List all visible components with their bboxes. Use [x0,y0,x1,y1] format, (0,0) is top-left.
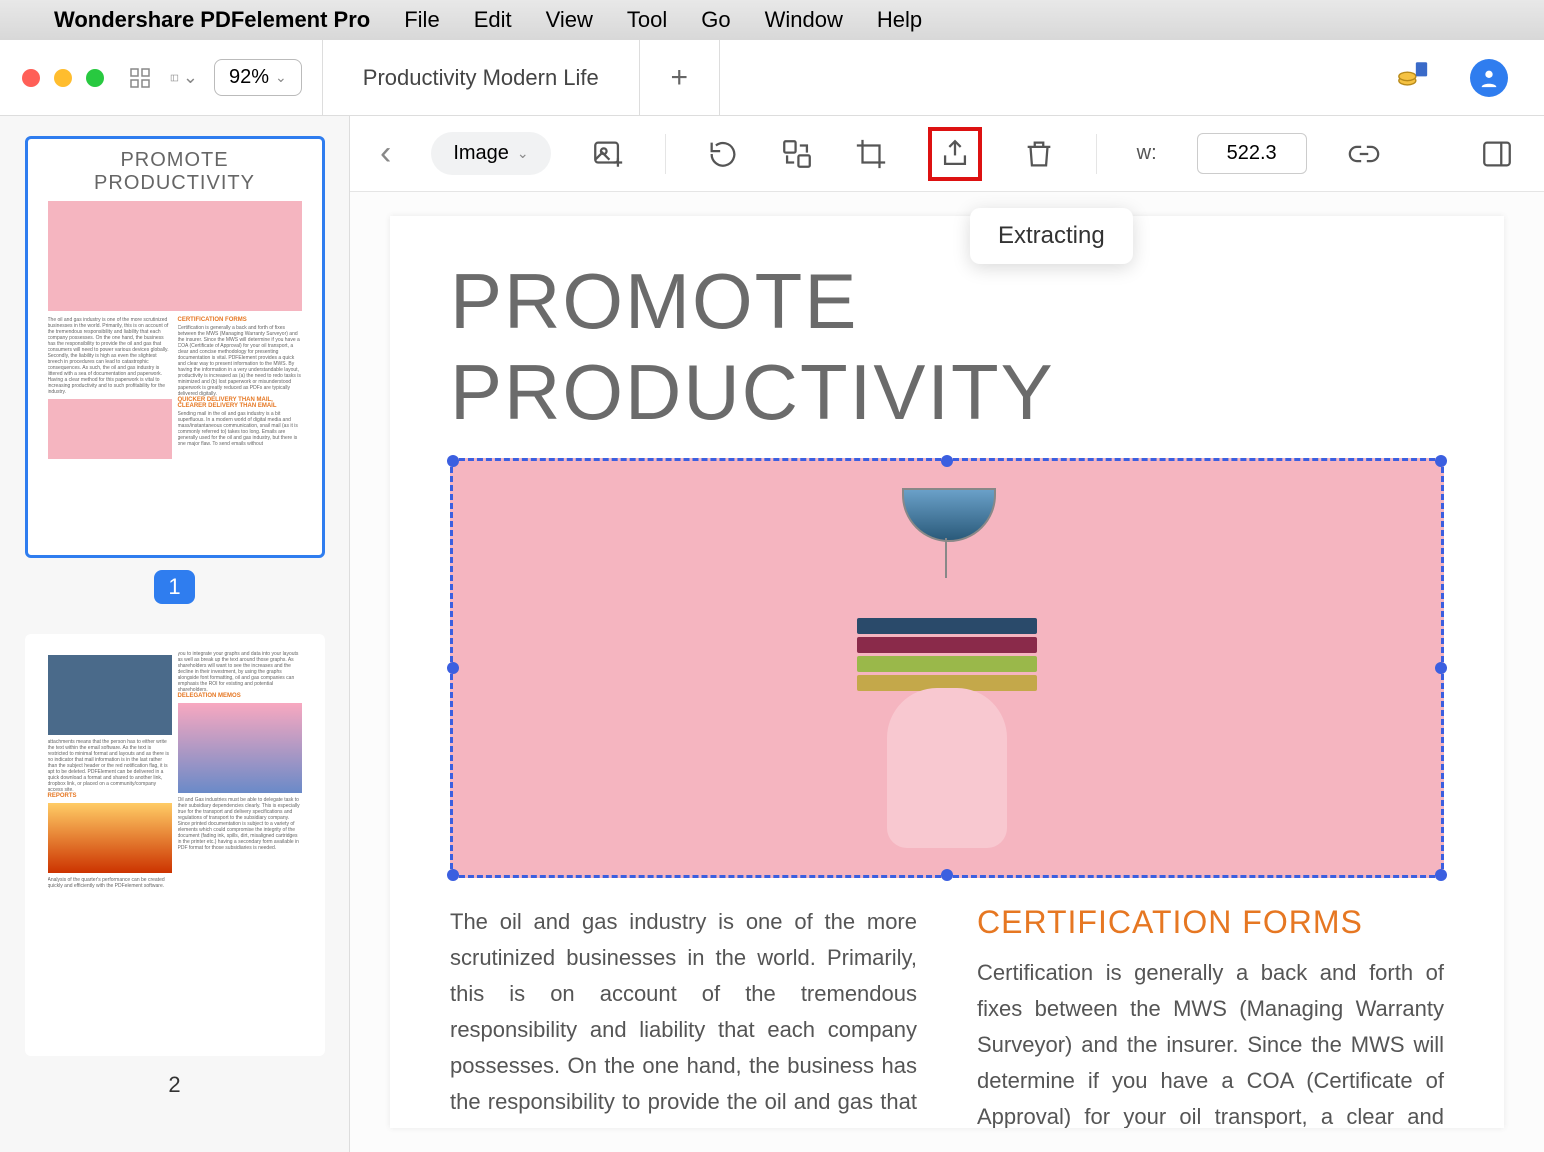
macos-menubar: Wondershare PDFelement Pro File Edit Vie… [0,0,1544,40]
page-number-badge-1: 1 [154,570,194,604]
pdf-page: PROMOTE PRODUCTIVITY [390,216,1504,1128]
hero-illustration [847,488,1047,848]
link-icon[interactable] [1347,137,1381,171]
extract-icon[interactable] [938,137,972,171]
extracting-tooltip: Extracting [970,208,1133,264]
panel-icon[interactable] [1480,137,1514,171]
close-window-button[interactable] [22,69,40,87]
menu-go[interactable]: Go [701,7,730,33]
add-image-icon[interactable] [591,137,625,171]
delete-icon[interactable] [1022,137,1056,171]
replace-icon[interactable] [780,137,814,171]
thumbnail-sidebar: PROMOTE PRODUCTIVITY The oil and gas ind… [0,116,350,1152]
zoom-dropdown[interactable]: 92%⌄ [214,59,302,96]
app-name[interactable]: Wondershare PDFelement Pro [54,7,370,33]
minimize-window-button[interactable] [54,69,72,87]
resize-handle-s[interactable] [941,869,953,881]
resize-handle-ne[interactable] [1435,455,1447,467]
editor-area: ‹ Image⌄ [350,116,1544,1152]
resize-handle-w[interactable] [447,662,459,674]
body-right-text: Certification is generally a back and fo… [977,955,1444,1128]
page-title: PROMOTE PRODUCTIVITY [450,256,1444,438]
resize-handle-sw[interactable] [447,869,459,881]
maximize-window-button[interactable] [86,69,104,87]
resize-handle-e[interactable] [1435,662,1447,674]
edit-mode-dropdown[interactable]: Image⌄ [431,132,550,175]
menu-window[interactable]: Window [765,7,843,33]
extract-button-highlight [928,127,982,181]
document-tab[interactable]: Productivity Modern Life [323,40,640,115]
page-number-2: 2 [154,1068,194,1102]
window-tab-bar: 92%⌄ Productivity Modern Life + [0,40,1544,116]
menu-help[interactable]: Help [877,7,922,33]
selected-image[interactable] [450,458,1444,878]
resize-handle-se[interactable] [1435,869,1447,881]
new-tab-button[interactable]: + [640,40,720,115]
crop-icon[interactable] [854,137,888,171]
width-input[interactable] [1197,133,1307,174]
resize-handle-n[interactable] [941,455,953,467]
back-button[interactable]: ‹ [380,134,391,173]
resize-handle-nw[interactable] [447,455,459,467]
rotate-icon[interactable] [706,137,740,171]
width-label: w: [1137,142,1157,165]
menu-edit[interactable]: Edit [474,7,512,33]
panel-layout-icon[interactable] [170,64,198,92]
user-avatar[interactable] [1470,59,1508,97]
menu-file[interactable]: File [404,7,439,33]
menu-tool[interactable]: Tool [627,7,667,33]
body-left-text: The oil and gas industry is one of the m… [450,904,917,1128]
certification-heading: CERTIFICATION FORMS [977,904,1444,941]
window-controls [0,69,126,87]
grid-view-icon[interactable] [126,64,154,92]
page-canvas[interactable]: PROMOTE PRODUCTIVITY [350,192,1544,1152]
page-thumbnail-2[interactable]: attachments means that the person has to… [25,634,325,1056]
page-thumbnail-1[interactable]: PROMOTE PRODUCTIVITY The oil and gas ind… [25,136,325,558]
image-edit-toolbar: ‹ Image⌄ [350,116,1544,192]
menu-view[interactable]: View [546,7,593,33]
coins-icon[interactable] [1396,58,1430,97]
